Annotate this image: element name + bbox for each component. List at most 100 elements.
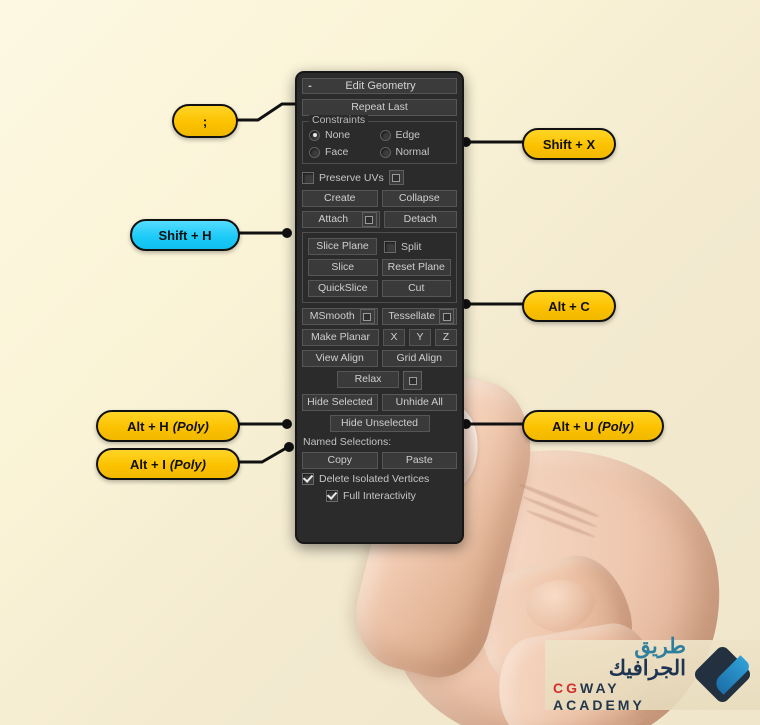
watermark-english-cg: CG (553, 680, 580, 697)
slice-plane-button[interactable]: Slice Plane (308, 238, 377, 255)
slice-plane-split-row: Slice Plane Split (308, 238, 451, 255)
attach-button[interactable]: Attach (302, 211, 380, 228)
collapse-icon[interactable]: - (303, 79, 317, 93)
full-interactivity-checkbox[interactable] (326, 490, 338, 502)
attach-label: Attach (318, 213, 349, 225)
make-planar-button[interactable]: Make Planar (302, 329, 379, 346)
split-row[interactable]: Split (381, 238, 451, 255)
cut-button[interactable]: Cut (381, 280, 451, 297)
axis-y-button[interactable]: Y (409, 329, 431, 346)
quickslice-button[interactable]: QuickSlice (308, 280, 378, 297)
callout-shift-h: Shift + H (130, 219, 240, 251)
align-row: View Align Grid Align (302, 350, 457, 367)
screenshot-stage: - Edit Geometry Repeat Last Constraints … (0, 0, 760, 725)
relax-row: Relax (302, 371, 457, 390)
callout-alt-i-poly: Alt + I (Poly) (96, 448, 240, 480)
callout-alt-c: Alt + C (522, 290, 616, 322)
callout-semicolon-text: ; (202, 113, 208, 129)
slice-reset-row: Slice Reset Plane (308, 259, 451, 276)
hide-selected-button[interactable]: Hide Selected (302, 394, 378, 411)
delete-isolated-checkbox[interactable] (302, 473, 314, 485)
watermark-arabic: طريق الجرافيك (553, 636, 686, 680)
callout-alt-i-poly-suffix: (Poly) (169, 456, 206, 472)
constraints-group: Constraints None Edge Face Normal (302, 115, 457, 164)
attach-settings-icon[interactable] (361, 212, 377, 227)
reset-plane-button[interactable]: Reset Plane (381, 259, 451, 276)
radio-normal-dot[interactable] (379, 146, 391, 158)
knuckle-highlight (526, 580, 596, 632)
radio-face-dot[interactable] (309, 146, 320, 158)
tessellate-settings-icon[interactable] (439, 309, 454, 324)
quickslice-cut-row: QuickSlice Cut (308, 280, 451, 297)
radio-edge-dot[interactable] (379, 129, 391, 141)
axis-x-button[interactable]: X (383, 329, 405, 346)
radio-normal[interactable]: Normal (379, 146, 451, 158)
msmooth-tessellate-row: MSmooth Tessellate (302, 308, 457, 325)
radio-normal-label: Normal (395, 146, 430, 158)
callout-alt-h-poly-suffix: (Poly) (172, 418, 209, 434)
split-checkbox[interactable] (384, 240, 396, 253)
radio-face-label: Face (325, 146, 349, 158)
copy-button[interactable]: Copy (302, 452, 378, 469)
watermark-english: CGWAY ACADEMY (553, 680, 686, 714)
slice-group: Slice Plane Split Slice Reset Plane Quic… (302, 232, 457, 303)
panel-title: Edit Geometry (345, 80, 416, 92)
hide-unselected-button[interactable]: Hide Unselected (329, 415, 430, 432)
msmooth-label: MSmooth (309, 310, 355, 322)
callout-alt-h-poly-text: Alt + H (127, 418, 169, 434)
copy-paste-row: Copy Paste (302, 452, 457, 469)
watermark-arabic-suffix: الجرافيك (608, 657, 686, 681)
msmooth-button[interactable]: MSmooth (302, 308, 378, 325)
callout-shift-x-text: Shift + X (542, 136, 596, 152)
panel-header[interactable]: - Edit Geometry (302, 78, 457, 94)
callout-shift-x: Shift + X (522, 128, 616, 160)
delete-isolated-row[interactable]: Delete Isolated Vertices (302, 473, 457, 485)
full-interactivity-label: Full Interactivity (343, 490, 416, 502)
split-label: Split (401, 240, 422, 253)
radio-none[interactable]: None (309, 129, 380, 141)
radio-none-dot[interactable] (309, 129, 320, 141)
create-button[interactable]: Create (302, 190, 378, 207)
relax-button[interactable]: Relax (337, 371, 399, 388)
view-align-button[interactable]: View Align (302, 350, 378, 367)
watermark-text: طريق الجرافيك CGWAY ACADEMY (553, 636, 686, 714)
callout-alt-u-poly-text: Alt + U (552, 418, 594, 434)
msmooth-settings-icon[interactable] (359, 309, 375, 324)
callout-semicolon: ; (172, 104, 238, 138)
detach-button[interactable]: Detach (383, 211, 457, 228)
constraints-label: Constraints (309, 115, 369, 126)
axis-z-button[interactable]: Z (435, 329, 457, 346)
attach-detach-row: Attach Detach (302, 211, 457, 228)
callout-alt-u-poly: Alt + U (Poly) (522, 410, 664, 442)
edit-geometry-panel: - Edit Geometry Repeat Last Constraints … (295, 71, 464, 544)
radio-edge[interactable]: Edge (379, 129, 451, 141)
create-collapse-row: Create Collapse (302, 190, 457, 207)
unhide-all-button[interactable]: Unhide All (381, 394, 457, 411)
make-planar-row: Make Planar X Y Z (302, 329, 457, 346)
delete-isolated-label: Delete Isolated Vertices (319, 473, 430, 485)
radio-face[interactable]: Face (309, 146, 380, 158)
callout-alt-c-text: Alt + C (548, 298, 590, 314)
tessellate-button[interactable]: Tessellate (381, 308, 457, 325)
cgway-diamond-icon (692, 644, 753, 705)
hide-unselected-row: Hide Unselected (302, 415, 457, 432)
callout-alt-u-poly-suffix: (Poly) (597, 418, 634, 434)
radio-edge-label: Edge (395, 129, 421, 141)
watermark-logo: طريق الجرافيك CGWAY ACADEMY (545, 636, 760, 713)
named-selections-label: Named Selections: (303, 436, 392, 448)
slice-button[interactable]: Slice (308, 259, 378, 276)
preserve-uvs-checkbox[interactable] (302, 171, 314, 184)
watermark-arabic-prefix: طريق (634, 635, 686, 659)
paste-button[interactable]: Paste (381, 452, 457, 469)
radio-none-label: None (325, 129, 351, 141)
callout-alt-i-poly-text: Alt + I (130, 456, 166, 472)
callout-alt-h-poly: Alt + H (Poly) (96, 410, 240, 442)
hide-row: Hide Selected Unhide All (302, 394, 457, 411)
full-interactivity-row[interactable]: Full Interactivity (302, 490, 457, 502)
preserve-uvs-settings-icon[interactable] (388, 170, 404, 185)
relax-settings-icon[interactable] (403, 371, 422, 390)
grid-align-button[interactable]: Grid Align (381, 350, 457, 367)
callout-shift-h-text: Shift + H (158, 227, 212, 243)
collapse-button[interactable]: Collapse (381, 190, 457, 207)
preserve-uvs-row[interactable]: Preserve UVs (302, 170, 457, 185)
